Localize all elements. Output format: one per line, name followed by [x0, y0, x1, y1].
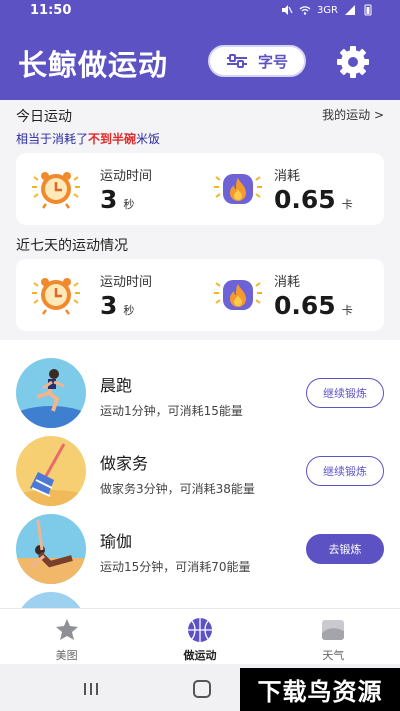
- calorie-number: 0.65: [274, 291, 336, 320]
- tab-label: 美图: [55, 649, 78, 662]
- duration-number: 3: [100, 291, 118, 320]
- activity-desc: 运动15分钟，可消耗70能量: [100, 560, 251, 574]
- status-bar: 11:50 3GR: [0, 0, 400, 24]
- week-section-title: 近七天的运动情况: [16, 238, 128, 254]
- activity-image-partial: [16, 592, 86, 608]
- duration-label: 运动时间: [100, 275, 153, 290]
- start-exercise-button[interactable]: 去锻炼: [306, 534, 384, 564]
- app-title: 长鲸做运动: [18, 48, 169, 82]
- alarm-clock-icon: [32, 172, 80, 209]
- yoga-image: [16, 514, 86, 584]
- activity-desc: 做家务3分钟，可消耗38能量: [100, 482, 255, 496]
- calorie-value: 0.65 卡: [274, 291, 353, 320]
- duration-label: 运动时间: [100, 169, 153, 184]
- tab-meitu[interactable]: 美图: [0, 609, 133, 664]
- duration-value: 3秒: [100, 185, 134, 214]
- calorie-unit: 卡: [341, 304, 353, 317]
- duration-unit: 秒: [123, 304, 135, 317]
- today-stats-card: 运动时间 3秒 消耗 0.65 卡: [16, 153, 384, 225]
- calorie-equivalent: 相当于消耗了不到半碗米饭: [16, 130, 160, 147]
- activity-desc: 运动1分钟，可消耗15能量: [100, 404, 243, 418]
- calorie-number: 0.65: [274, 185, 336, 214]
- continue-button[interactable]: 继续锻炼: [306, 378, 384, 408]
- watermark-logo: 下载鸟资源: [240, 668, 400, 711]
- activity-name: 晨跑: [100, 376, 133, 395]
- calorie-label: 消耗: [274, 275, 301, 290]
- calorie-value: 0.65 卡: [274, 185, 353, 214]
- activity-item-running[interactable]: 晨跑 运动1分钟，可消耗15能量 继续锻炼: [0, 358, 400, 436]
- today-section-title: 今日运动: [16, 109, 72, 125]
- activity-item-partial[interactable]: [0, 592, 400, 608]
- duration-value: 3秒: [100, 291, 134, 320]
- tab-sport[interactable]: 做运动: [133, 609, 266, 664]
- my-sport-link[interactable]: 我的运动 >: [322, 106, 384, 123]
- housework-image: [16, 436, 86, 506]
- recent-apps-icon[interactable]: [82, 682, 100, 696]
- activity-name: 做家务: [100, 454, 149, 473]
- flame-icon: [214, 280, 262, 310]
- equiv-suffix: 米饭: [136, 132, 161, 146]
- calorie-unit: 卡: [341, 198, 353, 211]
- activity-list: 晨跑 运动1分钟，可消耗15能量 继续锻炼 做家务 做家务3分钟，可消耗38能量…: [0, 340, 400, 608]
- signal-icon: [345, 5, 355, 15]
- activity-item-yoga[interactable]: 瑜伽 运动15分钟，可消耗70能量 去锻炼: [0, 514, 400, 592]
- duration-unit: 秒: [123, 198, 135, 211]
- basketball-icon: [187, 618, 212, 642]
- week-duration: 运动时间 3秒: [30, 259, 190, 331]
- weather-icon: [322, 620, 345, 640]
- continue-button[interactable]: 继续锻炼: [306, 456, 384, 486]
- equiv-highlight: 不到半碗: [88, 132, 137, 146]
- tab-label: 做运动: [183, 649, 217, 662]
- bottom-tab-bar: 美图 做运动 天气: [0, 608, 400, 664]
- alarm-clock-icon: [32, 278, 80, 315]
- font-size-button[interactable]: 字号: [208, 45, 306, 77]
- week-stats-card: 运动时间 3秒 消耗 0.65 卡: [16, 259, 384, 331]
- gear-icon[interactable]: [334, 43, 372, 81]
- font-size-label: 字号: [257, 52, 288, 71]
- today-duration: 运动时间 3秒: [30, 153, 190, 225]
- week-calorie: 消耗 0.65 卡: [212, 259, 382, 331]
- today-calorie: 消耗 0.65 卡: [212, 153, 382, 225]
- home-icon[interactable]: [193, 680, 211, 698]
- activity-item-housework[interactable]: 做家务 做家务3分钟，可消耗38能量 继续锻炼: [0, 436, 400, 514]
- tab-label: 天气: [322, 649, 345, 662]
- status-time: 11:50: [30, 3, 72, 18]
- calorie-label: 消耗: [274, 169, 301, 184]
- tab-weather[interactable]: 天气: [267, 609, 400, 664]
- activity-name: 瑜伽: [100, 532, 133, 551]
- duration-number: 3: [100, 185, 118, 214]
- battery-icon: [364, 4, 372, 16]
- network-label: 3GR: [316, 4, 338, 16]
- equiv-prefix: 相当于消耗了: [16, 132, 89, 146]
- flame-icon: [214, 174, 262, 204]
- wifi-icon: [299, 6, 311, 15]
- app-header: 11:50 3GR 长鲸做运动 字号: [0, 0, 400, 100]
- star-image-icon: [55, 619, 78, 640]
- mute-icon: [281, 5, 293, 15]
- status-icons: 3GR: [281, 4, 374, 16]
- running-image: [16, 358, 86, 428]
- sliders-icon: [226, 54, 247, 68]
